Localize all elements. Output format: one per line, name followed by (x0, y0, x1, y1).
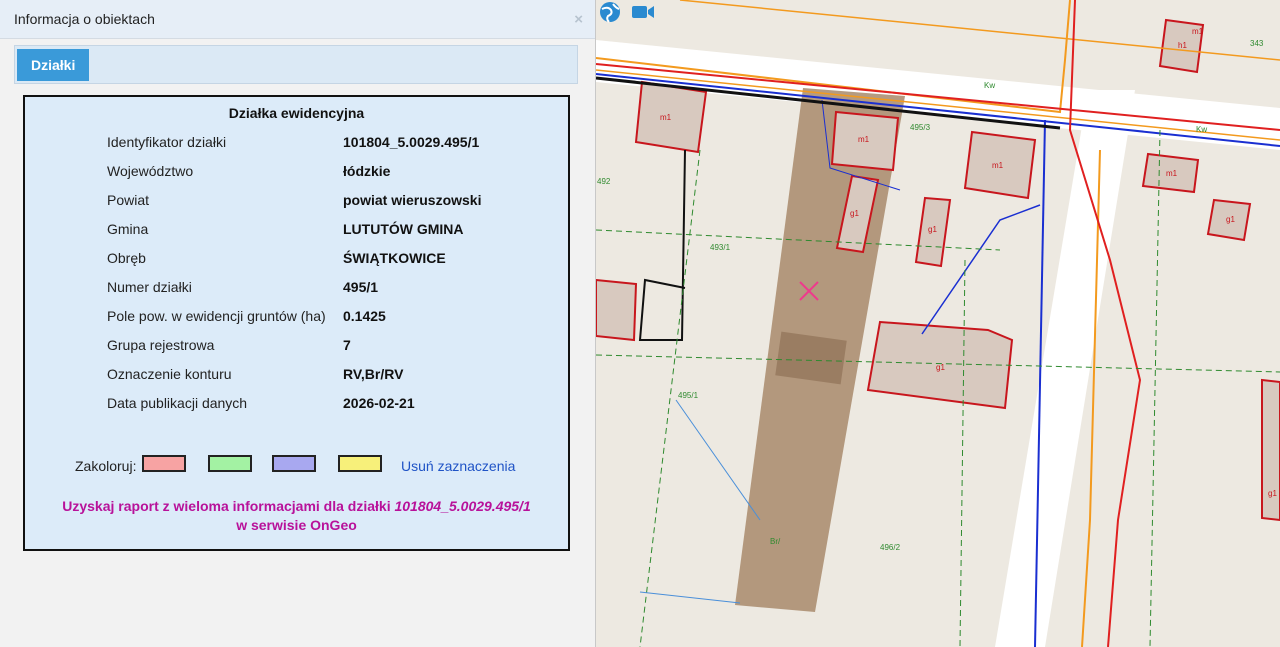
field-row: Powiat powiat wieruszowski (25, 192, 568, 212)
street-label: Kw (1196, 125, 1207, 134)
parcel-info-box: Działka ewidencyjna Identyfikator działk… (23, 95, 570, 551)
field-value: 0.1425 (343, 308, 386, 324)
field-label: Województwo (107, 163, 194, 179)
street-label: Kw (984, 81, 995, 90)
field-label: Obręb (107, 250, 146, 266)
color-swatch-red[interactable] (142, 455, 186, 472)
section-title: Działka ewidencyjna (228, 105, 365, 121)
field-value: RV,Br/RV (343, 366, 404, 382)
field-row: Gmina LUTUTÓW GMINA (25, 221, 568, 241)
field-value: 2026-02-21 (343, 395, 415, 411)
report-service: w serwisie OnGeo (236, 517, 357, 533)
building-label: g1 (1226, 215, 1235, 224)
map-toolbar (598, 0, 656, 26)
colorize-label: Zakoloruj: (75, 458, 137, 474)
parcel-number-label: 493/1 (710, 243, 731, 252)
field-row: Grupa rejestrowa 7 (25, 337, 568, 357)
field-row: Data publikacji danych 2026-02-21 (25, 395, 568, 415)
field-label: Pole pow. w ewidencji gruntów (ha) (107, 308, 326, 324)
land-class-label: Br/ (770, 537, 781, 546)
field-label: Grupa rejestrowa (107, 337, 215, 353)
building-label: m1 (1166, 169, 1178, 178)
building (1261, 378, 1280, 522)
field-row: Województwo łódzkie (25, 163, 568, 183)
field-label: Gmina (107, 221, 149, 237)
field-value: LUTUTÓW GMINA (343, 221, 464, 237)
parcel-number-label: 496/2 (880, 543, 901, 552)
panel-title: Informacja o obiektach (14, 11, 155, 27)
parcel-number-label: 495/3 (910, 123, 931, 132)
report-link[interactable]: Uzyskaj raport z wieloma informacjami dl… (25, 497, 568, 535)
color-swatch-green[interactable] (208, 455, 252, 472)
field-label: Data publikacji danych (107, 395, 248, 411)
building-label: m1 (858, 135, 870, 144)
video-camera-icon[interactable] (630, 0, 656, 24)
field-row: Oznaczenie konturu RV,Br/RV (25, 366, 568, 386)
field-label: Identyfikator działki (107, 134, 227, 150)
parcel-number-label: 495/1 (678, 391, 699, 400)
field-row: Numer działki 495/1 (25, 279, 568, 299)
building-label: h1 (1178, 41, 1187, 50)
field-value: 495/1 (343, 279, 379, 295)
field-row: Obręb ŚWIĄTKOWICE (25, 250, 568, 270)
close-icon[interactable]: × (574, 11, 583, 28)
tab-parcels[interactable]: Działki (17, 49, 90, 81)
parcel-number-label: 343 (1250, 39, 1264, 48)
globe-icon[interactable] (598, 0, 624, 24)
parcel-number-label: 492 (597, 177, 611, 186)
building-label: g1 (936, 363, 945, 372)
building-label: m1 (1192, 27, 1204, 36)
field-value: powiat wieruszowski (343, 192, 482, 208)
color-swatch-blue[interactable] (272, 455, 316, 472)
field-value: ŚWIĄTKOWICE (343, 250, 446, 266)
object-info-panel: Informacja o obiektach × Działki Działka… (0, 0, 596, 647)
building-label: g1 (928, 225, 937, 234)
report-parcel-id: 101804_5.0029.495/1 (394, 498, 531, 514)
field-row: Pole pow. w ewidencji gruntów (ha) 0.142… (25, 308, 568, 328)
building (595, 278, 638, 342)
building-label: m1 (660, 113, 672, 122)
clear-selection-link[interactable]: Usuń zaznaczenia (401, 458, 515, 474)
color-swatch-yellow[interactable] (338, 455, 382, 472)
building-label: m1 (992, 161, 1004, 170)
field-value: 7 (343, 337, 351, 353)
building-label: g1 (1268, 489, 1277, 498)
building-label: g1 (850, 209, 859, 218)
field-label: Numer działki (107, 279, 192, 295)
report-prefix: Uzyskaj raport z wieloma informacjami dl… (62, 498, 391, 514)
panel-header: Informacja o obiektach × (0, 0, 595, 39)
parcel-inner-area (775, 331, 847, 385)
field-row: Identyfikator działki 101804_5.0029.495/… (25, 134, 568, 154)
tab-bar: Działki (14, 45, 578, 84)
field-value: 101804_5.0029.495/1 (343, 134, 480, 150)
field-label: Powiat (107, 192, 150, 208)
colorize-row: Zakoloruj: Usuń zaznaczenia (25, 455, 568, 477)
field-value: łódzkie (343, 163, 391, 179)
field-label: Oznaczenie konturu (107, 366, 232, 382)
